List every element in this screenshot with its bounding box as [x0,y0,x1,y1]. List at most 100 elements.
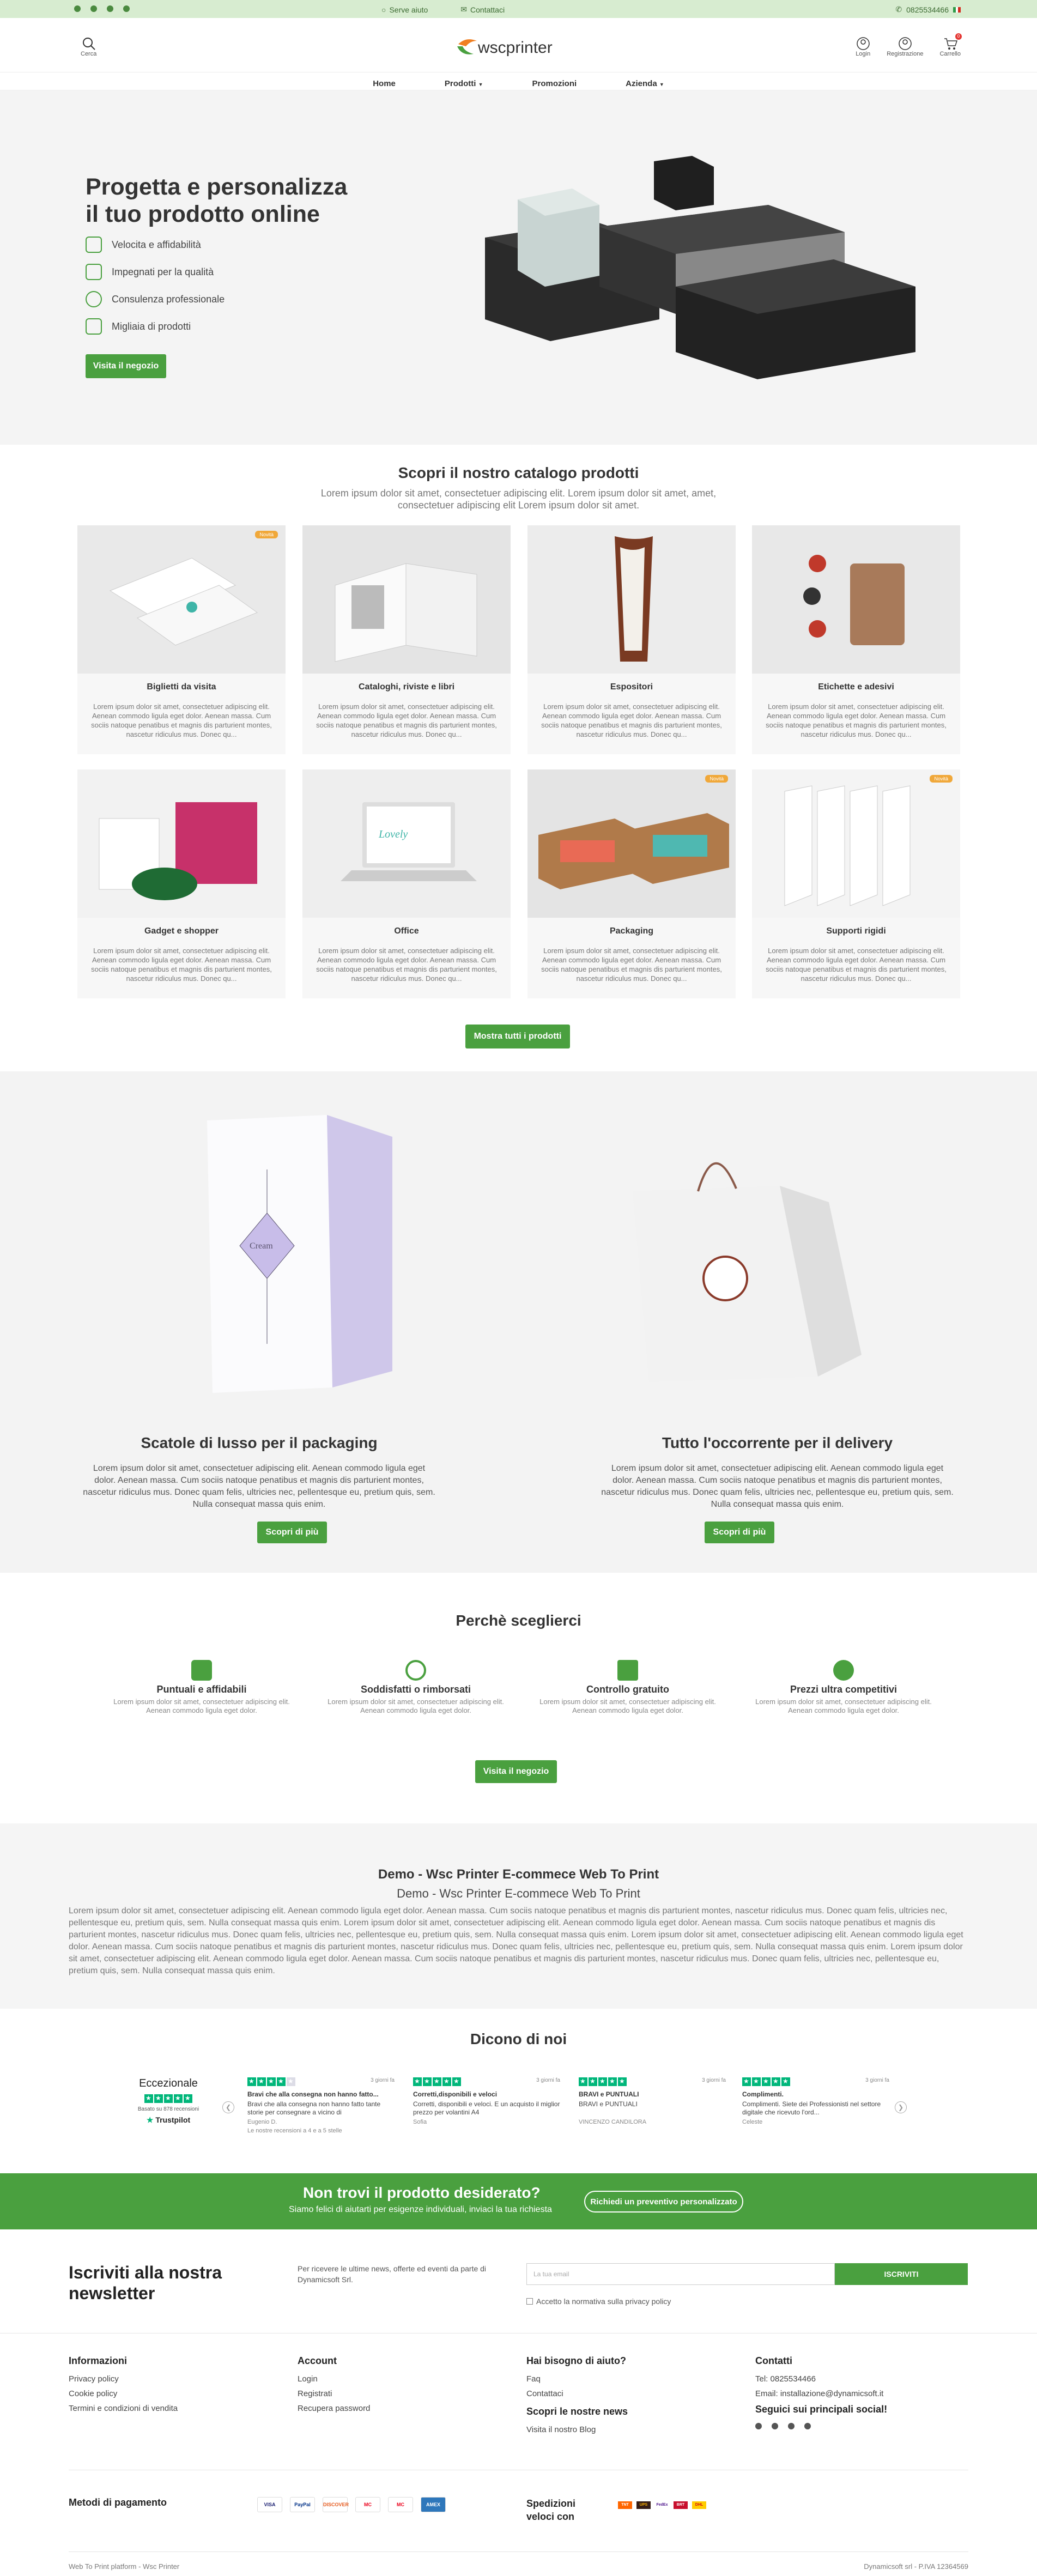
cart-button[interactable]: 0 Carrello [939,33,962,57]
discover-icon: DISCOVER [323,2497,349,2512]
cart-count-badge: 0 [955,33,962,40]
why-title: Perchè sceglierci [456,1612,581,1629]
site-logo[interactable]: wscprinter [455,34,584,60]
product-card[interactable]: Espositori Lorem ipsum dolor sit amet, c… [527,525,736,754]
shopping-bag-image [633,1162,862,1382]
social-links [74,5,130,12]
newsletter-section: Iscriviti alla nostra newsletter Per ric… [0,2229,1037,2333]
rigid-panels-image [752,769,960,918]
login-button[interactable]: Login [856,37,870,57]
promo-luxury-packaging: Cream Scatole di lusso per il packaging … [0,1071,518,1573]
twitter-icon[interactable] [772,2423,778,2429]
card-title: Packaging [609,926,654,936]
promo-delivery: Tutto l'occorrente per il delivery Lorem… [518,1071,1036,1573]
phone-icon: ✆ [895,5,902,14]
mastercard-icon: MC [355,2497,380,2512]
cookie-policy-link[interactable]: Cookie policy [69,2389,178,2398]
prev-arrow-icon[interactable]: ❮ [222,2101,234,2113]
terms-link[interactable]: Termini e condizioni di vendita [69,2404,178,2413]
user-add-icon [899,37,912,50]
payment-methods-title: Metodi di pagamento [69,2497,167,2508]
tnt-icon: TNT [618,2501,632,2509]
register-button[interactable]: Registrazione [887,37,923,57]
promo-section: Cream Scatole di lusso per il packaging … [0,1071,1037,1573]
nav-products[interactable]: Prodotti ▼ [445,79,483,90]
nav-company[interactable]: Azienda ▼ [626,79,664,90]
checkbox-icon[interactable] [526,2298,533,2305]
phone-number[interactable]: 0825534466 [906,5,949,14]
privacy-policy-link[interactable]: Privacy policy [69,2374,178,2384]
cta-text: Siamo felici di aiutarti per esigenze in… [289,2205,552,2214]
footer-register-link[interactable]: Registrati [298,2389,370,2398]
help-link[interactable]: ○ Serve aiuto [381,5,428,14]
business-cards-image [77,525,286,674]
product-card[interactable]: Novità Packaging Lorem ipsum dolor sit a… [527,769,736,998]
contacts-link[interactable]: ✉ Contattaci [460,5,505,14]
platform-credit: Web To Print platform - Wsc Printer [69,2562,180,2571]
why-shop-button[interactable]: Visita il negozio [475,1760,557,1783]
catalog-title: Scopri il nostro catalogo prodotti [398,464,639,481]
product-card[interactable]: Cataloghi, riviste e libri Lorem ipsum d… [302,525,511,754]
footer-contacts-link[interactable]: Contattaci [526,2389,628,2398]
footer-bottom: Web To Print platform - Wsc Printer Dyna… [69,2562,968,2571]
blog-link[interactable]: Visita il nostro Blog [526,2425,628,2434]
search-label: Cerca [81,51,97,57]
twitter-icon[interactable] [90,5,97,12]
request-quote-button[interactable]: Richiedi un preventivo personalizzato [584,2191,743,2213]
footer-login-link[interactable]: Login [298,2374,370,2384]
card-text: Lorem ipsum dolor sit amet, consectetuer… [766,947,947,983]
youtube-icon[interactable] [123,5,130,12]
italy-flag-icon[interactable] [953,7,961,13]
footer-phone[interactable]: Tel: 0825534466 [755,2374,887,2384]
top-bar: ○ Serve aiuto ✉ Contattaci ✆ 0825534466 [0,0,1037,18]
product-card[interactable]: Lovely Office Lorem ipsum dolor sit amet… [302,769,511,998]
next-arrow-icon[interactable]: ❯ [895,2101,907,2113]
trustpilot-summary[interactable]: Eccezionale Basato su 878 recensioni ★ T… [129,2077,208,2125]
product-card[interactable]: Etichette e adesivi Lorem ipsum dolor si… [752,525,960,754]
hero-section: Progetta e personalizza il tuo prodotto o… [0,90,1037,445]
youtube-icon[interactable] [788,2423,795,2429]
feature-item: Impegnati per la qualità [86,258,225,286]
footer: Informazioni Privacy policy Cookie polic… [0,2333,1037,2576]
gadget-shopper-image [77,769,286,918]
newsletter-email-input[interactable]: La tua email [526,2263,835,2285]
payment-logos: VISA PayPal DISCOVER MC MC AMEX [257,2497,446,2512]
subscribe-button[interactable]: ISCRIVITI [835,2263,968,2285]
footer-social-links [755,2423,887,2429]
product-card[interactable]: Novità Biglietti da visita Lorem ipsum d… [77,525,286,754]
facebook-icon[interactable] [755,2423,762,2429]
instagram-icon[interactable] [107,5,113,12]
faq-link[interactable]: Faq [526,2374,628,2384]
about-section: Demo - Wsc Printer E-commece Web To Prin… [0,1823,1037,2009]
review-card[interactable]: 3 giorni fa Complimenti. Complimenti. Si… [742,2077,889,2125]
review-card[interactable]: 3 giorni fa Bravi che alla consegna non … [247,2077,395,2134]
card-title: Etichette e adesivi [818,682,894,692]
search-button[interactable]: Cerca [81,37,96,57]
review-card[interactable]: 3 giorni fa Corretti,disponibili e veloc… [413,2077,560,2125]
paypal-icon: PayPal [290,2497,315,2512]
nav-promotions[interactable]: Promozioni [532,79,577,90]
hero-shop-button[interactable]: Visita il negozio [86,354,166,378]
product-card[interactable]: Novità Supporti rigidi Lorem ipsum dolor… [752,769,960,998]
recover-password-link[interactable]: Recupera password [298,2404,370,2413]
why-item: Prezzi ultra competitivi Lorem ipsum dol… [745,1660,942,1715]
office-laptop-image: Lovely [302,769,511,918]
facebook-icon[interactable] [74,5,81,12]
packaging-boxes-image [527,769,736,918]
privacy-checkbox[interactable]: Accetto la normativa sulla privacy polic… [526,2297,671,2306]
nav-home[interactable]: Home [373,79,396,90]
card-text: Lorem ipsum dolor sit amet, consectetuer… [91,947,272,983]
footer-email[interactable]: Email: installazione@dynamicsoft.it [755,2389,887,2398]
show-all-products-button[interactable]: Mostra tutti i prodotti [465,1025,570,1048]
review-card[interactable]: 3 giorni fa BRAVI e PUNTUALI BRAVI e PUN… [579,2077,726,2125]
search-icon [82,38,95,50]
discover-more-button[interactable]: Scopri di più [257,1522,327,1543]
instagram-icon[interactable] [804,2423,811,2429]
footer-account: Account Login Registrati Recupera passwo… [298,2355,371,2413]
fedex-icon: FedEx [656,2503,668,2507]
catalog-book-image [302,525,511,674]
product-card[interactable]: Gadget e shopper Lorem ipsum dolor sit a… [77,769,286,998]
labels-image [752,525,960,674]
discover-more-button[interactable]: Scopri di più [705,1522,774,1543]
about-title: Demo - Wsc Printer E-commece Web To Prin… [378,1867,659,1882]
